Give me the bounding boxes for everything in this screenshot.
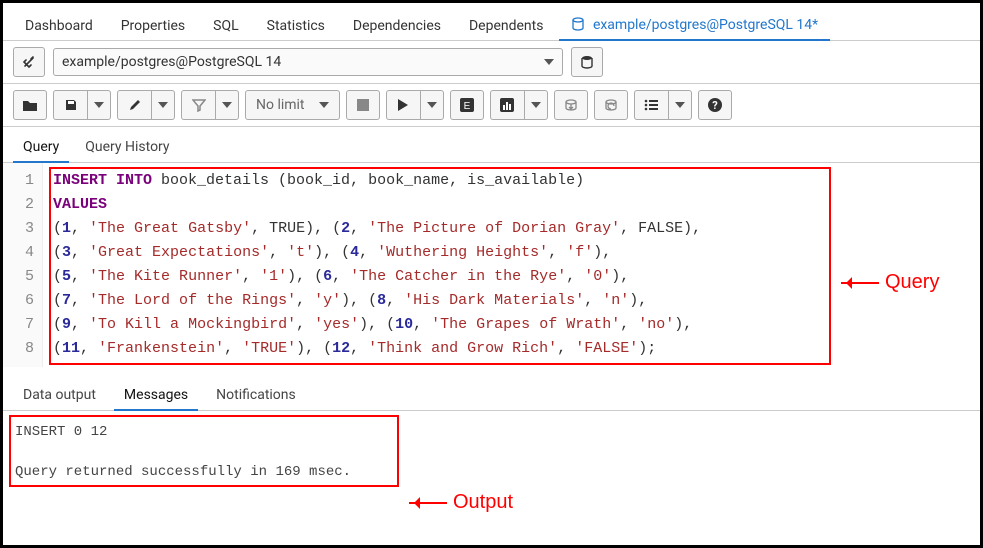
chevron-down-icon [319, 102, 329, 108]
svg-text:?: ? [712, 99, 718, 112]
analyze-button-group [490, 90, 548, 120]
analyze-button[interactable] [490, 90, 524, 120]
chevron-down-icon [158, 102, 168, 108]
explain-button[interactable]: E [450, 90, 484, 120]
save-button-group [53, 90, 111, 120]
limit-select[interactable]: No limit [245, 90, 340, 120]
nav-statistics[interactable]: Statistics [255, 12, 337, 40]
line-number: 7 [3, 313, 34, 337]
save-icon [64, 98, 78, 112]
connection-value: example/postgres@PostgreSQL 14 [62, 54, 281, 70]
code-line: (1, 'The Great Gatsby', TRUE), (2, 'The … [53, 217, 970, 241]
folder-icon [22, 98, 38, 112]
chart-icon [500, 98, 514, 112]
filter-button[interactable] [181, 90, 215, 120]
play-icon [397, 98, 409, 112]
help-icon: ? [707, 97, 723, 113]
macros-button[interactable] [634, 90, 668, 120]
save-button[interactable] [53, 90, 87, 120]
code-line: (7, 'The Lord of the Rings', 'y'), (8, '… [53, 289, 970, 313]
server-button[interactable] [571, 47, 603, 77]
run-button-group [386, 90, 444, 120]
line-number: 2 [3, 193, 34, 217]
edit-button[interactable] [117, 90, 151, 120]
stop-icon [357, 99, 369, 111]
database-icon [571, 17, 585, 31]
analyze-dropdown[interactable] [524, 90, 548, 120]
chevron-down-icon [531, 102, 541, 108]
chevron-down-icon [544, 59, 554, 65]
filter-dropdown[interactable] [215, 90, 239, 120]
output-line-1: INSERT 0 12 [15, 421, 968, 443]
line-number: 6 [3, 289, 34, 313]
messages-output: INSERT 0 12 Query returned successfully … [3, 411, 980, 501]
connection-select[interactable]: example/postgres@PostgreSQL 14 [53, 48, 563, 76]
chevron-down-icon [222, 102, 232, 108]
tab-data-output[interactable]: Data output [13, 381, 106, 410]
pencil-icon [128, 98, 142, 112]
disconnect-button[interactable] [13, 47, 45, 77]
line-number: 8 [3, 337, 34, 361]
help-button[interactable]: ? [698, 90, 732, 120]
rollback-icon [603, 98, 619, 112]
code-line: (3, 'Great Expectations', 't'), (4, 'Wut… [53, 241, 970, 265]
code-line: (5, 'The Kite Runner', '1'), (6, 'The Ca… [53, 265, 970, 289]
save-dropdown[interactable] [87, 90, 111, 120]
nav-dashboard[interactable]: Dashboard [13, 12, 105, 40]
stop-button[interactable] [346, 90, 380, 120]
line-gutter: 12345678 [3, 163, 43, 367]
edit-button-group [117, 90, 175, 120]
plug-icon [20, 53, 38, 71]
nav-sql[interactable]: SQL [201, 12, 250, 40]
commit-icon [563, 98, 579, 112]
active-tab-label: example/postgres@PostgreSQL 14* [593, 17, 818, 33]
toolbar: No limit E ? [3, 84, 980, 127]
nav-dependents[interactable]: Dependents [457, 12, 555, 40]
connection-bar: example/postgres@PostgreSQL 14 [3, 41, 980, 84]
line-number: 3 [3, 217, 34, 241]
nav-properties[interactable]: Properties [109, 12, 197, 40]
code-line: INSERT INTO book_details (book_id, book_… [53, 169, 970, 193]
chevron-down-icon [427, 102, 437, 108]
nav-dependencies[interactable]: Dependencies [341, 12, 453, 40]
list-icon [643, 98, 659, 112]
code-line: (9, 'To Kill a Mockingbird', 'yes'), (10… [53, 313, 970, 337]
server-icon [579, 54, 595, 70]
query-tabs: Query Query History [3, 127, 980, 163]
nav-active-query-tab[interactable]: example/postgres@PostgreSQL 14* [559, 11, 830, 41]
chevron-down-icon [675, 102, 685, 108]
chevron-down-icon [94, 102, 104, 108]
run-button[interactable] [386, 90, 420, 120]
tab-query-history[interactable]: Query History [75, 133, 179, 162]
code-area[interactable]: INSERT INTO book_details (book_id, book_… [43, 163, 980, 367]
output-line-2: Query returned successfully in 169 msec. [15, 461, 968, 483]
limit-label: No limit [256, 97, 305, 113]
explain-icon: E [460, 98, 474, 112]
run-dropdown[interactable] [420, 90, 444, 120]
macros-button-group [634, 90, 692, 120]
tab-messages[interactable]: Messages [114, 381, 198, 411]
rollback-button[interactable] [594, 90, 628, 120]
top-nav: Dashboard Properties SQL Statistics Depe… [3, 3, 980, 41]
output-tabs: Data output Messages Notifications [3, 367, 980, 411]
sql-editor[interactable]: 12345678 INSERT INTO book_details (book_… [3, 163, 980, 367]
edit-dropdown[interactable] [151, 90, 175, 120]
open-file-button[interactable] [13, 90, 47, 120]
tab-query[interactable]: Query [13, 133, 69, 163]
tab-notifications[interactable]: Notifications [206, 381, 306, 410]
line-number: 4 [3, 241, 34, 265]
code-line: (11, 'Frankenstein', 'TRUE'), (12, 'Thin… [53, 337, 970, 361]
line-number: 5 [3, 265, 34, 289]
commit-button[interactable] [554, 90, 588, 120]
svg-text:E: E [463, 101, 470, 112]
code-line: VALUES [53, 193, 970, 217]
macros-dropdown[interactable] [668, 90, 692, 120]
filter-button-group [181, 90, 239, 120]
line-number: 1 [3, 169, 34, 193]
filter-icon [192, 98, 206, 112]
